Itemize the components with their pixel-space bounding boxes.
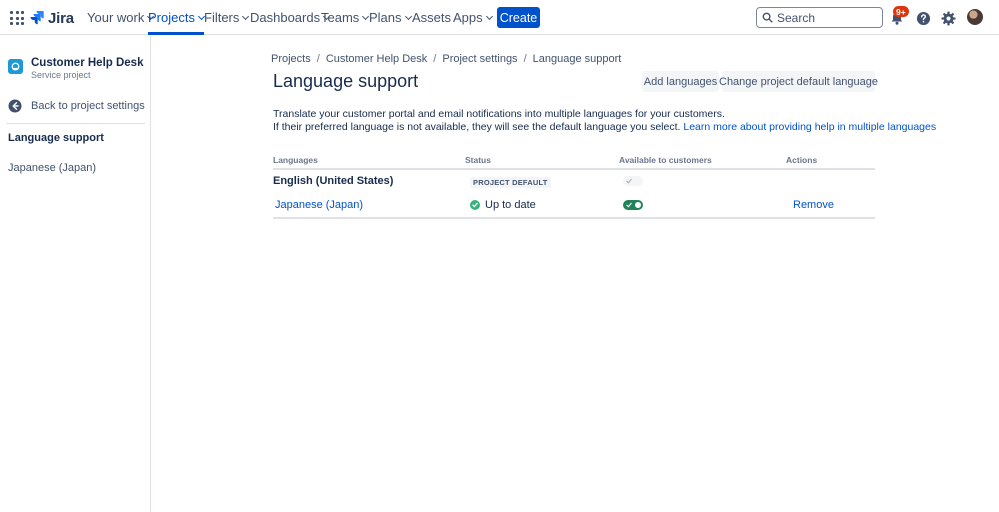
toggle-knob <box>635 202 641 208</box>
help-icon <box>916 11 930 25</box>
breadcrumb-separator: / <box>433 53 437 65</box>
description-line-1: Translate your customer portal and email… <box>273 108 725 120</box>
nav-label: Assets <box>412 10 452 25</box>
chevron-down-icon <box>485 12 493 20</box>
search-icon <box>762 12 773 23</box>
language-name: English (United States) <box>273 175 394 187</box>
nav-label: Filters <box>204 10 240 25</box>
description-line-2: If their preferred language is not avail… <box>273 121 936 134</box>
sidebar-section-title: Language support <box>8 132 104 144</box>
project-avatar <box>8 59 23 74</box>
breadcrumb: Projects / Customer Help Desk / Project … <box>271 53 621 65</box>
status-lozenge: PROJECT DEFAULT <box>470 177 551 188</box>
search-input[interactable] <box>777 10 877 25</box>
table-header-divider <box>273 168 875 170</box>
status-text: Up to date <box>485 199 536 211</box>
availability-toggle[interactable] <box>623 200 643 210</box>
nav-dashboards[interactable]: Dashboards <box>250 0 331 35</box>
notification-badge: 9+ <box>893 6 909 17</box>
top-navigation: Jira Your work Projects Filters Dashboar… <box>0 0 999 35</box>
breadcrumb-separator: / <box>523 53 527 65</box>
help-button[interactable] <box>914 9 932 27</box>
check-icon <box>626 202 632 208</box>
breadcrumb-project-settings[interactable]: Project settings <box>442 53 517 65</box>
column-header-available: Available to customers <box>619 155 712 165</box>
jira-logo-icon <box>30 11 44 25</box>
back-label: Back to project settings <box>31 100 145 112</box>
sidebar-divider <box>6 123 145 124</box>
nav-teams[interactable]: Teams <box>321 0 370 35</box>
language-link[interactable]: Japanese (Japan) <box>275 199 363 211</box>
chevron-down-icon <box>404 12 412 20</box>
learn-more-link[interactable]: Learn more about providing help in multi… <box>683 121 936 133</box>
project-sidebar: Customer Help Desk Service project Back … <box>0 36 151 512</box>
jira-logo[interactable]: Jira <box>30 9 74 27</box>
nav-label: Dashboards <box>250 10 321 25</box>
remove-language-link[interactable]: Remove <box>793 199 834 211</box>
project-type: Service project <box>31 70 91 80</box>
settings-button[interactable] <box>939 9 957 27</box>
nav-assets[interactable]: Assets <box>412 0 451 35</box>
table-bottom-divider <box>273 217 875 219</box>
chevron-down-icon <box>242 12 250 20</box>
breadcrumb-separator: / <box>316 53 320 65</box>
gear-icon <box>940 10 956 26</box>
nav-filters[interactable]: Filters <box>204 0 250 35</box>
nav-plans[interactable]: Plans <box>369 0 412 35</box>
column-header-languages: Languages <box>273 155 318 165</box>
add-languages-button[interactable]: Add languages <box>642 71 719 92</box>
success-check-icon <box>470 200 480 210</box>
breadcrumb-language-support[interactable]: Language support <box>533 53 622 65</box>
nav-label: Apps <box>453 10 483 25</box>
nav-your-work[interactable]: Your work <box>87 0 155 35</box>
project-avatar-icon <box>11 62 20 71</box>
description-line-2-text: If their preferred language is not avail… <box>273 121 681 133</box>
availability-toggle-disabled <box>623 176 643 186</box>
nav-projects[interactable]: Projects <box>148 0 206 35</box>
nav-label: Plans <box>369 10 402 25</box>
nav-label: Your work <box>87 10 145 25</box>
app-switcher-icon[interactable] <box>10 11 24 25</box>
breadcrumb-projects[interactable]: Projects <box>271 53 311 65</box>
status-up-to-date: Up to date <box>470 199 536 211</box>
column-header-actions: Actions <box>786 155 818 165</box>
search-box[interactable] <box>756 7 883 28</box>
breadcrumb-customer-help-desk[interactable]: Customer Help Desk <box>326 53 427 65</box>
page-description: Translate your customer portal and email… <box>273 108 936 134</box>
logo-text: Jira <box>48 9 74 27</box>
change-default-language-button[interactable]: Change project default language <box>719 71 878 92</box>
arrow-left-icon <box>8 99 22 113</box>
nav-label: Projects <box>148 10 195 25</box>
nav-apps[interactable]: Apps <box>453 0 493 35</box>
user-avatar[interactable] <box>967 9 983 25</box>
check-icon <box>626 178 632 184</box>
column-header-status: Status <box>465 155 491 165</box>
page-title: Language support <box>273 71 419 91</box>
back-to-project-settings[interactable]: Back to project settings <box>8 98 145 114</box>
sidebar-item-japanese[interactable]: Japanese (Japan) <box>8 162 96 174</box>
project-name[interactable]: Customer Help Desk <box>31 57 143 69</box>
nav-label: Teams <box>321 10 360 25</box>
create-button[interactable]: Create <box>497 7 540 28</box>
